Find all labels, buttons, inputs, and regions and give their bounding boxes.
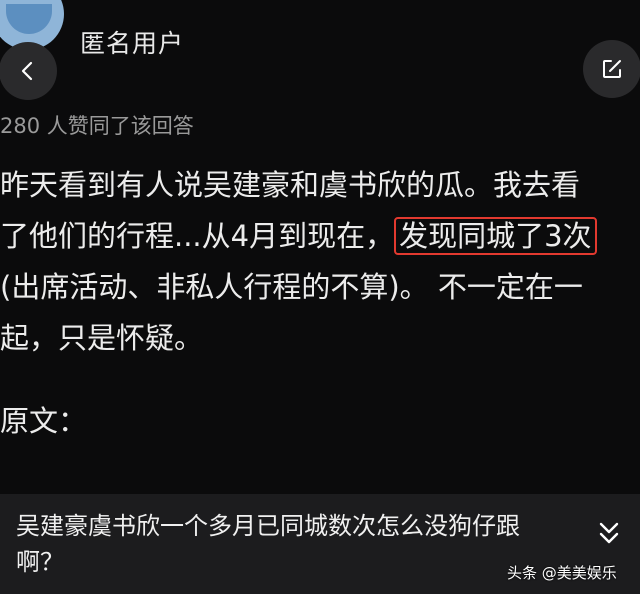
chevron-left-icon <box>21 61 33 81</box>
answer-line-text: 了他们的行程...从4月到现在， <box>0 219 395 253</box>
answer-line: 起，只是怀疑。 <box>0 321 204 355</box>
original-text-label: 原文： <box>0 404 88 438</box>
answer-body: 昨天看到有人说吴建豪和虞书欣的瓜。我去看 了他们的行程...从4月到现在， 发现同… <box>0 160 640 364</box>
avatar-face <box>6 4 52 34</box>
double-chevron-down-icon <box>599 522 619 544</box>
answer-line: 了他们的行程...从4月到现在， 发现同城了3次 <box>0 211 640 262</box>
answer-line: (出席活动、非私人行程的不算)。 不一定在一 <box>0 270 583 304</box>
share-icon <box>603 60 621 78</box>
share-button[interactable] <box>583 40 640 98</box>
answer-line: 昨天看到有人说吴建豪和虞书欣的瓜。我去看 <box>0 168 581 202</box>
quote-line: 吴建豪虞书欣一个多月已同城数次怎么没狗仔跟 <box>16 512 520 540</box>
highlighted-phrase: 发现同城了3次 <box>394 217 597 255</box>
watermark: 头条 @美美娱乐 <box>507 564 617 582</box>
back-button[interactable] <box>0 42 57 100</box>
likes-count: 280 人赞同了该回答 <box>0 114 194 138</box>
expand-button[interactable] <box>590 510 628 558</box>
username[interactable]: 匿名用户 <box>80 24 184 60</box>
